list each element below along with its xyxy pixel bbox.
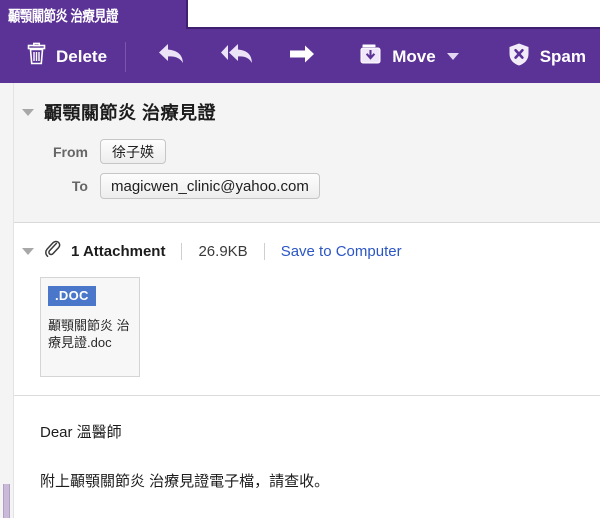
attachment-size-label: 26.9KB <box>198 242 248 260</box>
spam-button[interactable]: Spam <box>493 30 600 83</box>
mail-toolbar: Delete Move Spam <box>0 30 600 83</box>
mail-subject: 顳顎關節炎 治療見證 <box>44 103 217 123</box>
mail-header-block: 顳顎關節炎 治療見證 From 徐子媖 To magicwen_clinic@y… <box>0 83 600 223</box>
delete-button[interactable]: Delete <box>0 30 121 83</box>
save-to-computer-link[interactable]: Save to Computer <box>281 243 402 260</box>
active-tab[interactable]: 顳顎關節炎 治療見證 <box>0 0 153 30</box>
active-tab-title: 顳顎關節炎 治療見證 <box>8 7 119 25</box>
mail-body: Dear 溫醫師 附上顳顎關節炎 治療見證電子檔，請查收。 <box>0 396 600 493</box>
reply-arrow-icon <box>157 41 187 72</box>
move-button[interactable]: Move <box>345 30 472 83</box>
reply-button[interactable] <box>148 30 195 83</box>
body-paragraph: 附上顳顎關節炎 治療見證電子檔，請查收。 <box>40 472 330 490</box>
reply-all-arrow-icon <box>219 41 255 72</box>
twisty-down-icon[interactable] <box>22 247 34 255</box>
trash-icon <box>26 42 47 71</box>
spam-button-label: Spam <box>539 46 586 66</box>
from-sender-pill[interactable]: 徐子媖 <box>100 139 166 164</box>
forward-arrow-icon <box>287 42 317 71</box>
body-greeting: Dear 溫醫師 <box>40 424 122 441</box>
toolbar-divider <box>125 41 127 72</box>
left-gutter <box>0 83 14 518</box>
tab-strip-empty-area <box>186 0 600 29</box>
subject-row: 顳顎關節炎 治療見證 <box>22 99 600 125</box>
from-label: From <box>53 143 88 160</box>
mail-reading-pane: 顳顎關節炎 治療見證 Delete Move Spam 顳顎關節炎 治療見證 F… <box>0 0 600 518</box>
to-row: To magicwen_clinic@yahoo.com <box>22 173 600 199</box>
reply-all-button[interactable] <box>213 30 260 83</box>
to-label: To <box>71 178 88 194</box>
scrollbar-sliver[interactable] <box>3 484 10 518</box>
attachment-count-label: 1 Attachment <box>71 242 166 260</box>
attachment-divider-1 <box>181 242 183 260</box>
from-row: From 徐子媖 <box>22 139 600 164</box>
twisty-down-icon[interactable] <box>22 108 34 116</box>
chevron-down-icon <box>446 53 459 60</box>
attachment-filename: 顳顎關節炎 治療見證.doc <box>48 318 130 350</box>
delete-button-label: Delete <box>56 46 108 66</box>
attachment-thumbnail[interactable]: .DOC 顳顎關節炎 治療見證.doc <box>40 277 140 377</box>
move-button-label: Move <box>392 46 436 66</box>
to-recipient-pill[interactable]: magicwen_clinic@yahoo.com <box>100 173 320 199</box>
folder-move-icon <box>359 42 383 71</box>
attachment-summary-bar: 1 Attachment 26.9KB Save to Computer <box>0 239 600 263</box>
doc-type-badge: .DOC <box>48 286 96 306</box>
browser-tab-strip: 顳顎關節炎 治療見證 <box>0 0 600 30</box>
shield-x-icon <box>507 42 531 72</box>
paperclip-icon <box>44 239 61 263</box>
attachment-divider-2 <box>263 242 265 260</box>
forward-button[interactable] <box>278 30 325 83</box>
attachment-section: 1 Attachment 26.9KB Save to Computer .DO… <box>0 223 600 396</box>
